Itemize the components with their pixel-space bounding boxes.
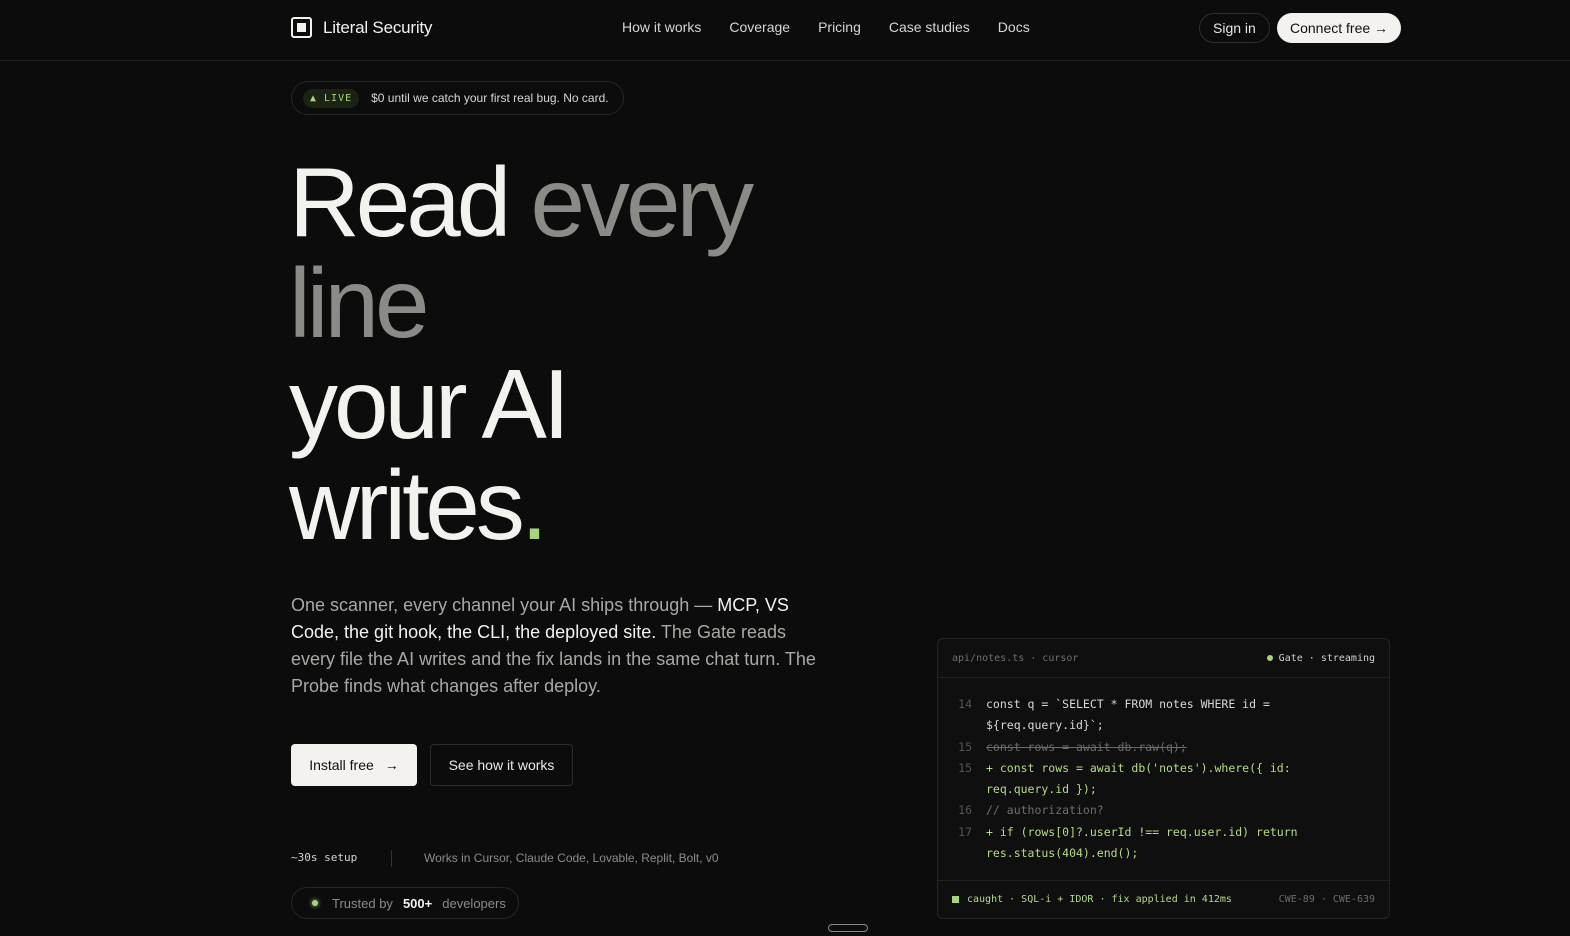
code-text: req.query.id }); [986, 782, 1097, 797]
install-free-label: Install free [309, 757, 374, 773]
brand-logo-link[interactable]: Literal Security [291, 17, 432, 38]
code-text: // authorization? [986, 803, 1104, 818]
nav-link-case-studies[interactable]: Case studies [889, 19, 970, 35]
line-number: 15 [958, 739, 972, 754]
panel-status: Gate · streaming [1266, 652, 1375, 664]
nav-link-how-it-works[interactable]: How it works [622, 19, 701, 35]
code-line-added: 15 + const rows = await db('notes').where… [938, 758, 1389, 779]
arrow-right-icon: → [384, 757, 399, 773]
top-nav: Literal Security How it works Coverage P… [0, 0, 1570, 61]
panel-status-text: Gate · streaming [1278, 652, 1375, 664]
code-block: 14 const q = `SELECT * FROM notes WHERE i… [938, 678, 1389, 864]
lead-part-1: One scanner, every channel your AI ships… [291, 595, 718, 615]
code-line-added: req.query.id }); [938, 779, 1389, 800]
works-in-list: Works in Cursor, Claude Code, Lovable, R… [424, 851, 719, 865]
code-scan-panel: api/notes.ts · cursor Gate · streaming 1… [937, 638, 1390, 919]
hero-lead-paragraph: One scanner, every channel your AI ships… [291, 592, 831, 700]
live-badge: ▲ LIVE [303, 88, 360, 108]
panel-footer: caught · SQL-i + IDOR · fix applied in 4… [938, 880, 1389, 918]
cwe-tags: CWE-89 · CWE-639 [1278, 894, 1375, 905]
nav-link-pricing[interactable]: Pricing [818, 19, 861, 35]
code-text: + if (rows[0]?.userId !== req.user.id) r… [986, 824, 1298, 839]
code-text: res.status(404).end(); [986, 846, 1139, 861]
code-line: ${req.query.id}`; [938, 715, 1389, 736]
panel-file-path: api/notes.ts · cursor [952, 652, 1079, 664]
line-number: 17 [958, 824, 972, 839]
code-line-comment: 16 // authorization? [938, 800, 1389, 821]
streaming-dot-icon [1266, 655, 1273, 661]
vertical-divider [391, 850, 392, 867]
headline-word-your-ai: your AI [289, 349, 570, 459]
scroll-indicator[interactable] [828, 924, 868, 932]
line-number: 14 [958, 697, 972, 711]
live-announcement-text: $0 until we catch your first real bug. N… [371, 91, 609, 105]
headline-word-line: line [289, 248, 430, 358]
code-text: ${req.query.id}`; [986, 718, 1104, 733]
setup-time-label: ~30s setup [291, 851, 358, 864]
nav-link-docs[interactable]: Docs [998, 19, 1030, 35]
code-text: + const rows = await db('notes').where({… [986, 760, 1291, 775]
trusted-prefix: Trusted by [332, 895, 393, 911]
brand-square-icon [291, 17, 312, 38]
line-number [938, 715, 986, 736]
nav-links: How it works Coverage Pricing Case studi… [622, 19, 1030, 35]
brand-name: Literal Security [323, 17, 433, 37]
headline-word-read: Read [289, 147, 531, 257]
line-number: 15 [958, 760, 972, 775]
caught-square-icon [952, 896, 959, 903]
headline-word-every: every [530, 147, 755, 257]
line-number [938, 779, 986, 800]
code-line-added: 17 + if (rows[0]?.userId !== req.user.id)… [938, 822, 1389, 843]
headline-word-writes: writes [289, 450, 525, 560]
install-free-button[interactable]: Install free → [291, 744, 417, 786]
connect-free-button[interactable]: Connect free → [1277, 13, 1402, 43]
see-how-it-works-button[interactable]: See how it works [430, 744, 573, 786]
trusted-count: 500+ [402, 895, 433, 911]
trusted-by-badge: Trusted by 500+ developers [291, 887, 519, 919]
nav-link-coverage[interactable]: Coverage [729, 19, 790, 35]
scan-result-text: caught · SQL-i + IDOR · fix applied in 4… [967, 894, 1232, 905]
code-text: const rows = await db.raw(q); [986, 739, 1187, 754]
status-dot-icon [312, 900, 318, 906]
code-line: 14 const q = `SELECT * FROM notes WHERE i… [938, 694, 1389, 715]
line-number: 16 [958, 803, 972, 818]
sign-in-button[interactable]: Sign in [1199, 13, 1270, 43]
live-announcement-pill[interactable]: ▲ LIVE $0 until we catch your first real… [291, 81, 624, 115]
code-line-removed: 15 const rows = await db.raw(q); [938, 737, 1389, 758]
headline-accent-dot: . [520, 450, 548, 560]
line-number [938, 843, 986, 864]
trusted-suffix: developers [442, 895, 506, 911]
code-text: const q = `SELECT * FROM notes WHERE id … [986, 697, 1270, 711]
code-line-added: res.status(404).end(); [938, 843, 1389, 864]
panel-header: api/notes.ts · cursor Gate · streaming [938, 639, 1389, 678]
hero-headline: Read every line your AI writes. [289, 152, 754, 556]
scan-result: caught · SQL-i + IDOR · fix applied in 4… [952, 894, 1232, 905]
